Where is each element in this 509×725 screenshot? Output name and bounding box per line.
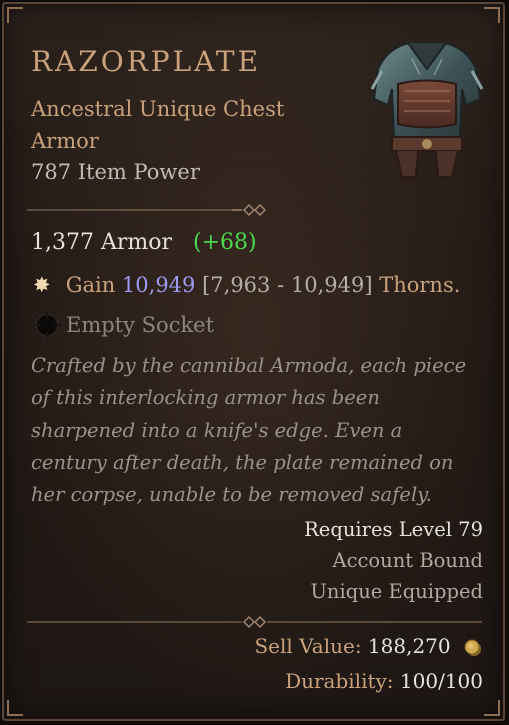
flavor-text: Crafted by the cannibal Armoda, each pie…	[31, 354, 467, 507]
durability-label: Durability:	[285, 669, 394, 693]
sell-label: Sell Value:	[254, 634, 362, 658]
empty-socket: Empty Socket	[32, 310, 214, 340]
frame-corner	[7, 7, 23, 23]
affix-prefix: Gain	[65, 273, 116, 297]
durability: Durability: 100/100	[285, 669, 483, 693]
divider-ornament-icon	[27, 203, 267, 217]
affix-value: 10,949	[121, 273, 196, 297]
durability-value: 100/100	[399, 669, 483, 693]
armor-value: 1,377 Armor	[31, 230, 173, 255]
unique-affix: ✸ Gain 10,949 [7,963 - 10,949] Thorns.	[33, 273, 460, 297]
star-burst-icon: ✸	[33, 273, 51, 297]
divider-ornament-icon	[27, 615, 482, 629]
socket-icon	[33, 311, 61, 339]
affix-range: [7,963 - 10,949]	[202, 273, 373, 297]
requirement-bound: Account Bound	[332, 549, 484, 572]
socket-label: Empty Socket	[66, 313, 215, 337]
sell-amount: 188,270	[367, 634, 451, 658]
chest-armor-icon	[370, 42, 484, 178]
armor-bonus: (+68)	[193, 230, 257, 255]
item-power: 787 Item Power	[31, 160, 200, 184]
frame-corner	[484, 700, 500, 716]
armor-stat: 1,377 Armor (+68)	[31, 230, 257, 255]
requirement-unique: Unique Equipped	[310, 580, 483, 603]
gold-coin-icon	[464, 639, 481, 656]
requirement-level: Requires Level 79	[304, 518, 483, 541]
affix-suffix: Thorns.	[379, 273, 461, 297]
sell-value: Sell Value: 188,270	[254, 634, 483, 658]
frame-corner	[484, 7, 500, 23]
item-name: RAZORPLATE	[31, 45, 262, 78]
frame-corner	[7, 700, 23, 716]
item-type: Ancestral Unique Chest Armor	[31, 97, 285, 153]
